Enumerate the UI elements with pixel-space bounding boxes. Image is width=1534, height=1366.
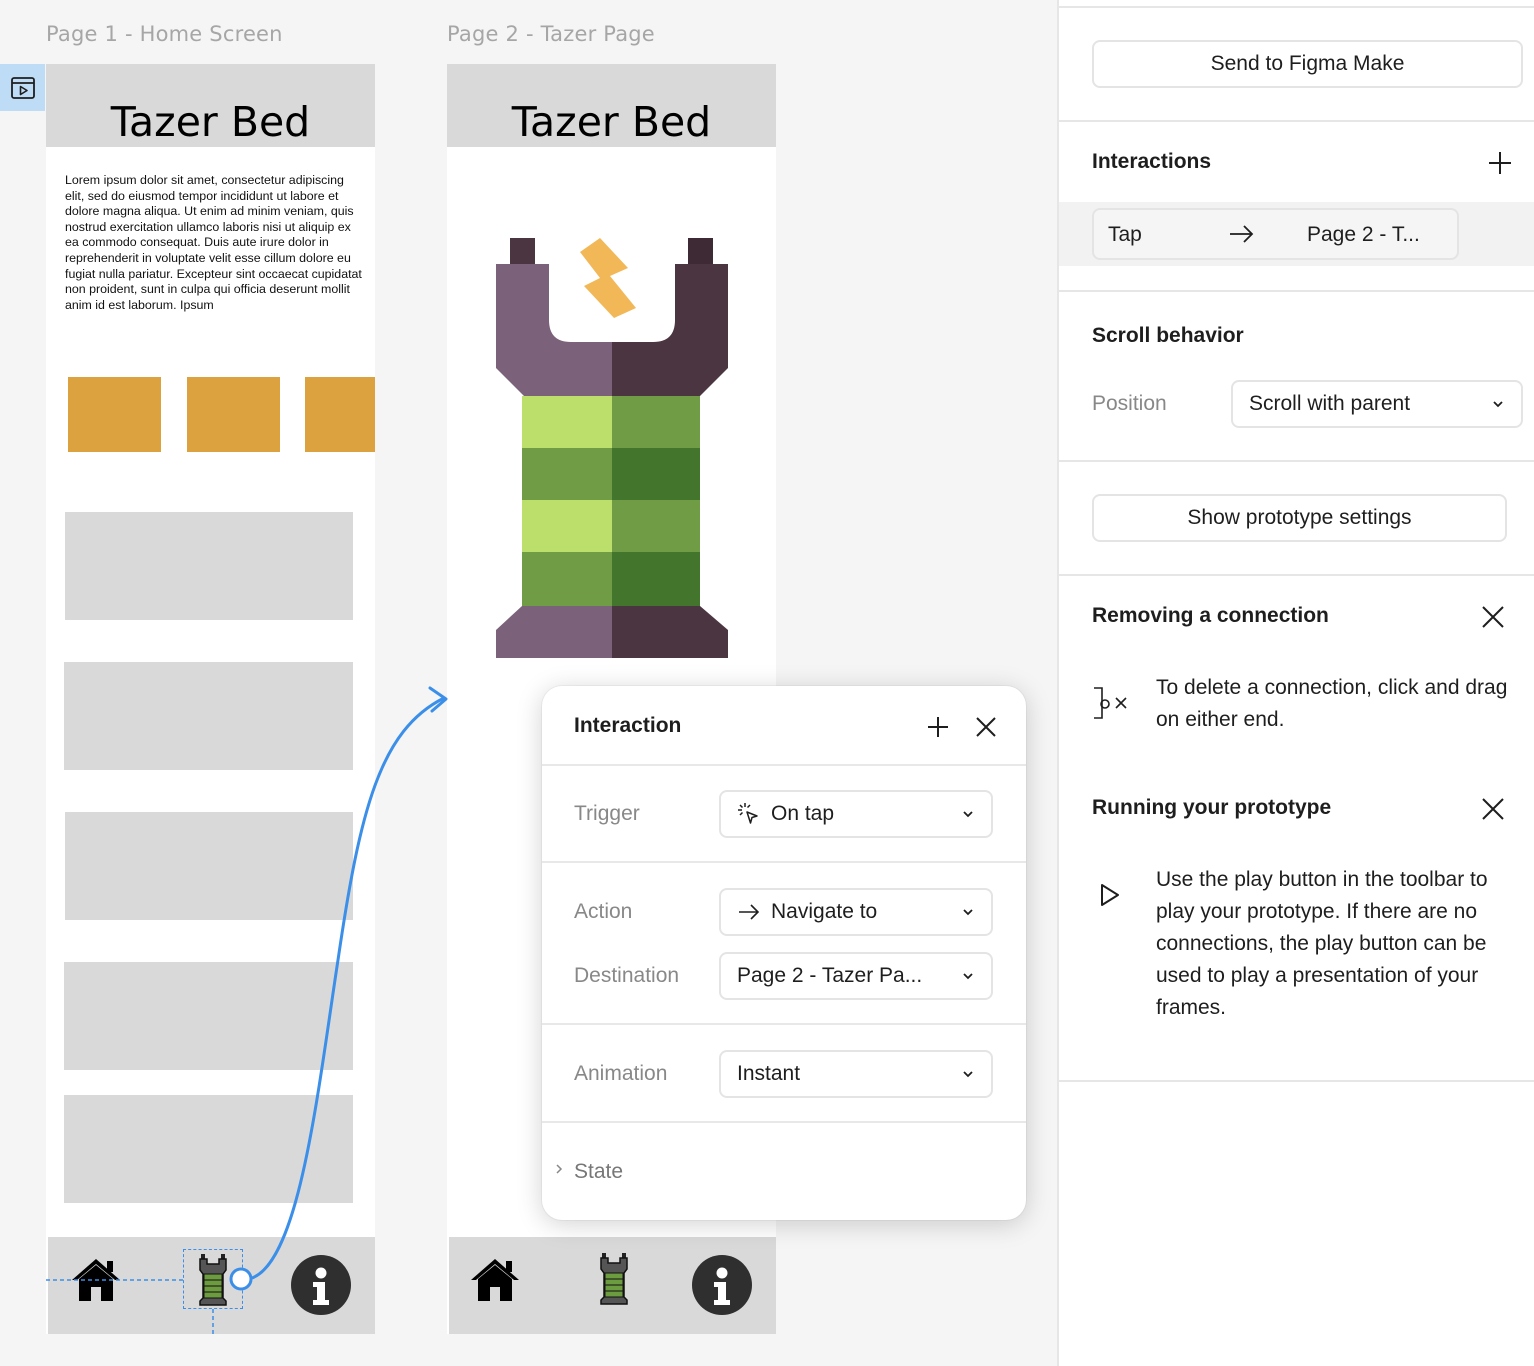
- removing-connection-heading: Removing a connection: [1092, 604, 1329, 627]
- interaction-row[interactable]: Tap Page 2 - T...: [1092, 208, 1459, 260]
- arrow-right-icon: [737, 900, 761, 924]
- chevron-down-icon: [963, 1071, 973, 1078]
- divider: [1059, 460, 1534, 462]
- state-section-toggle[interactable]: State: [574, 1160, 623, 1184]
- chevron-down-icon: [963, 973, 973, 980]
- removing-connection-text: To delete a connection, click and drag o…: [1156, 676, 1508, 731]
- interaction-destination: Page 2 - T...: [1307, 223, 1420, 246]
- close-icon[interactable]: [1479, 603, 1507, 631]
- design-canvas[interactable]: Page 1 - Home Screen Page 2 - Tazer Page…: [0, 0, 1057, 1366]
- action-select[interactable]: Navigate to: [719, 888, 993, 936]
- divider: [1059, 120, 1534, 122]
- destination-value: Page 2 - Tazer Pa...: [737, 964, 923, 987]
- trigger-select[interactable]: On tap: [719, 790, 993, 838]
- connection-handle[interactable]: [229, 1267, 253, 1291]
- send-to-figma-make-button[interactable]: Send to Figma Make: [1092, 40, 1523, 88]
- divider: [542, 861, 1026, 863]
- position-value: Scroll with parent: [1249, 392, 1411, 415]
- divider: [1059, 6, 1534, 8]
- scroll-behavior-heading: Scroll behavior: [1092, 324, 1244, 347]
- divider: [542, 1121, 1026, 1123]
- running-prototype-text: Use the play button in the toolbar to pl…: [1156, 868, 1488, 1019]
- chevron-right-icon[interactable]: [552, 1162, 566, 1176]
- animation-select[interactable]: Instant: [719, 1050, 993, 1098]
- action-value: Navigate to: [771, 900, 878, 923]
- position-label: Position: [1092, 392, 1167, 415]
- close-icon[interactable]: [972, 713, 1000, 741]
- add-interaction-icon[interactable]: [1485, 148, 1515, 178]
- action-label: Action: [574, 900, 633, 923]
- destination-label: Destination: [574, 964, 680, 987]
- divider: [1059, 574, 1534, 576]
- trigger-value: On tap: [771, 802, 835, 825]
- popover-title: Interaction: [574, 714, 682, 737]
- interactions-heading: Interactions: [1092, 150, 1212, 173]
- trigger-label: Trigger: [574, 802, 640, 825]
- add-interaction-icon[interactable]: [924, 713, 952, 741]
- destination-select[interactable]: Page 2 - Tazer Pa...: [719, 952, 993, 1000]
- close-icon[interactable]: [1479, 795, 1507, 823]
- interaction-trigger: Tap: [1108, 223, 1142, 246]
- divider: [542, 1023, 1026, 1025]
- tap-cursor-icon: [737, 802, 761, 826]
- position-select[interactable]: Scroll with parent: [1231, 380, 1523, 428]
- prototype-panel: Send to Figma Make Interactions Tap Page…: [1057, 0, 1534, 1366]
- animation-value: Instant: [737, 1062, 801, 1085]
- divider: [542, 764, 1026, 766]
- divider: [1059, 290, 1534, 292]
- running-prototype-heading: Running your prototype: [1092, 796, 1332, 819]
- chevron-down-icon: [1493, 401, 1503, 408]
- remove-connection-icon: [1092, 686, 1132, 727]
- animation-label: Animation: [574, 1062, 668, 1085]
- arrow-right-icon: [1230, 225, 1254, 243]
- interaction-popover: Interaction Trigger On tap Action Naviga…: [542, 686, 1026, 1220]
- divider: [1059, 1080, 1534, 1082]
- chevron-down-icon: [963, 811, 973, 818]
- show-prototype-settings-button[interactable]: Show prototype settings: [1092, 494, 1507, 542]
- play-icon: [1099, 882, 1121, 913]
- chevron-down-icon: [963, 909, 973, 916]
- connection-line[interactable]: [251, 696, 445, 1280]
